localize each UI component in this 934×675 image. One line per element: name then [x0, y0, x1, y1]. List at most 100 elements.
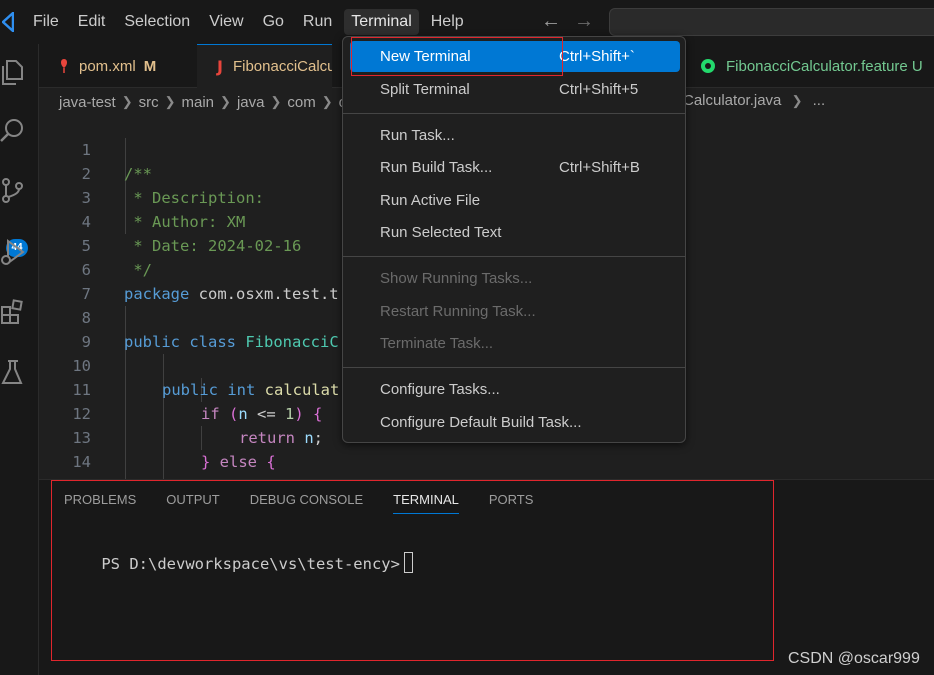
menu-item-shortcut: Ctrl+Shift+B: [559, 159, 640, 176]
menu-help[interactable]: Help: [424, 9, 471, 35]
menu-item-label: Show Running Tasks...: [380, 270, 533, 287]
activity-bar: 44: [0, 44, 39, 675]
breadcrumb-item[interactable]: Calculator.java: [683, 92, 781, 109]
code-text: public int calculat: [162, 378, 339, 402]
code-text: * Description:: [124, 189, 264, 207]
code-token: <=: [247, 405, 286, 423]
command-center-search[interactable]: [609, 8, 934, 36]
menu-separator: [343, 367, 685, 368]
indent-guide: [163, 354, 164, 480]
vscode-logo-icon[interactable]: [2, 12, 14, 32]
extensions-icon[interactable]: [0, 298, 26, 326]
tab-pom-xml[interactable]: pom.xml M: [39, 44, 197, 88]
menu-item-shortcut: Ctrl+Shift+`: [559, 48, 635, 65]
code-token: {: [257, 453, 276, 471]
code-line: 9: [39, 306, 91, 351]
code-token: if: [201, 405, 220, 423]
tab-fibonacci-feature[interactable]: FibonacciCalculator.feature U: [684, 44, 934, 88]
code-text: } else {: [201, 450, 276, 474]
chevron-right-icon: ❯: [220, 94, 231, 109]
menu-item-label: Restart Running Task...: [380, 303, 536, 320]
breadcrumb-item[interactable]: java: [237, 94, 265, 111]
tab-label: FibonacciCalcu: [232, 58, 332, 75]
terminal-highlight-box: [51, 480, 774, 661]
code-line: 5 */: [39, 210, 152, 279]
menu-item-restart-running-task: Restart Running Task...: [350, 296, 680, 327]
code-line: 4 * Date: 2024-02-16: [39, 186, 302, 255]
breadcrumb-item[interactable]: java-test: [59, 94, 116, 111]
code-token: {: [303, 405, 323, 423]
code-text: package com.osxm.test.t: [124, 282, 339, 306]
maven-pin-icon: [61, 59, 67, 73]
breadcrumb-item[interactable]: main: [182, 94, 215, 111]
code-text: if (n <= 1) {: [201, 402, 322, 426]
tab-fibonacci-java[interactable]: J FibonacciCalcu: [197, 44, 332, 88]
code-token: ): [294, 405, 304, 423]
code-line: 6 package com.osxm.test.t: [39, 234, 339, 303]
menu-item-run-build-task[interactable]: Run Build Task... Ctrl+Shift+B: [350, 152, 680, 183]
breadcrumb-item[interactable]: com: [287, 94, 315, 111]
code-line: 8 public class FibonacciC: [39, 282, 339, 351]
code-token: n: [295, 429, 314, 447]
menu-item-configure-default-build-task[interactable]: Configure Default Build Task...: [350, 407, 680, 438]
tab-label: pom.xml: [79, 57, 136, 75]
menu-file[interactable]: File: [26, 9, 66, 35]
menu-selection[interactable]: Selection: [117, 9, 197, 35]
menu-bar: File Edit Selection View Go Run Terminal…: [26, 6, 476, 38]
run-debug-icon[interactable]: [0, 238, 26, 266]
code-text: public class FibonacciC: [124, 330, 339, 354]
menu-item-label: Run Task...: [380, 127, 455, 144]
code-token: n: [238, 405, 248, 423]
code-line: 2 * Description:: [39, 138, 264, 207]
back-arrow-icon[interactable]: ←: [541, 10, 561, 33]
menu-item-label: Run Selected Text: [380, 224, 502, 241]
code-token: class: [180, 333, 236, 351]
menu-item-configure-tasks[interactable]: Configure Tasks...: [350, 374, 680, 405]
menu-item-run-active-file[interactable]: Run Active File: [350, 185, 680, 216]
forward-arrow-icon[interactable]: →: [574, 10, 594, 33]
breadcrumb: java-test ❯ src ❯ main ❯ java ❯ com ❯ o: [59, 92, 347, 112]
code-token: FibonacciC: [236, 333, 339, 351]
terminal-menu-dropdown: New Terminal Ctrl+Shift+` Split Terminal…: [342, 36, 686, 443]
menu-separator: [343, 113, 685, 114]
breadcrumb-item[interactable]: src: [139, 94, 159, 111]
tab-label: FibonacciCalculator.feature U: [726, 57, 923, 75]
menu-item-label: Run Build Task...: [380, 159, 493, 176]
code-line: 12 return n;: [39, 378, 323, 447]
testing-flask-icon[interactable]: [0, 358, 26, 386]
code-line: 3 * Author: XM: [39, 162, 246, 231]
code-token: ;: [313, 429, 324, 447]
menu-separator: [343, 256, 685, 257]
menu-run[interactable]: Run: [296, 9, 339, 35]
code-line: 1 /**: [39, 114, 152, 183]
chevron-right-icon: ❯: [791, 93, 803, 108]
menu-item-split-terminal[interactable]: Split Terminal Ctrl+Shift+5: [350, 74, 680, 105]
menu-item-label: Configure Default Build Task...: [380, 414, 582, 431]
menu-item-run-selected-text[interactable]: Run Selected Text: [350, 217, 680, 248]
explorer-files-icon[interactable]: [0, 58, 26, 86]
code-text: /**: [124, 165, 152, 183]
menu-edit[interactable]: Edit: [71, 9, 113, 35]
code-text: */: [124, 261, 152, 279]
breadcrumb-ellipsis[interactable]: ...: [813, 92, 826, 109]
code-line: 11 if (n <= 1) {: [39, 354, 322, 423]
menu-terminal[interactable]: Terminal: [344, 9, 419, 35]
menu-go[interactable]: Go: [256, 9, 291, 35]
modified-flag: M: [143, 57, 157, 75]
menu-item-label: Configure Tasks...: [380, 381, 500, 398]
code-token: com.osxm.test.t: [189, 285, 339, 303]
menu-item-label: Split Terminal: [380, 81, 470, 98]
code-token: else: [210, 453, 258, 471]
menu-view[interactable]: View: [202, 9, 250, 35]
menu-item-terminate-task: Terminate Task...: [350, 328, 680, 359]
search-icon[interactable]: [0, 116, 26, 144]
menu-item-label: Run Active File: [380, 192, 481, 209]
chevron-right-icon: ❯: [321, 94, 333, 109]
source-control-icon[interactable]: [0, 176, 26, 204]
new-terminal-highlight-box: [351, 37, 563, 76]
menu-item-run-task[interactable]: Run Task...: [350, 120, 680, 151]
code-text: * Date: 2024-02-16: [124, 237, 302, 255]
chevron-right-icon: ❯: [270, 94, 282, 109]
code-token: calculat: [255, 381, 340, 399]
code-token: }: [201, 453, 211, 471]
